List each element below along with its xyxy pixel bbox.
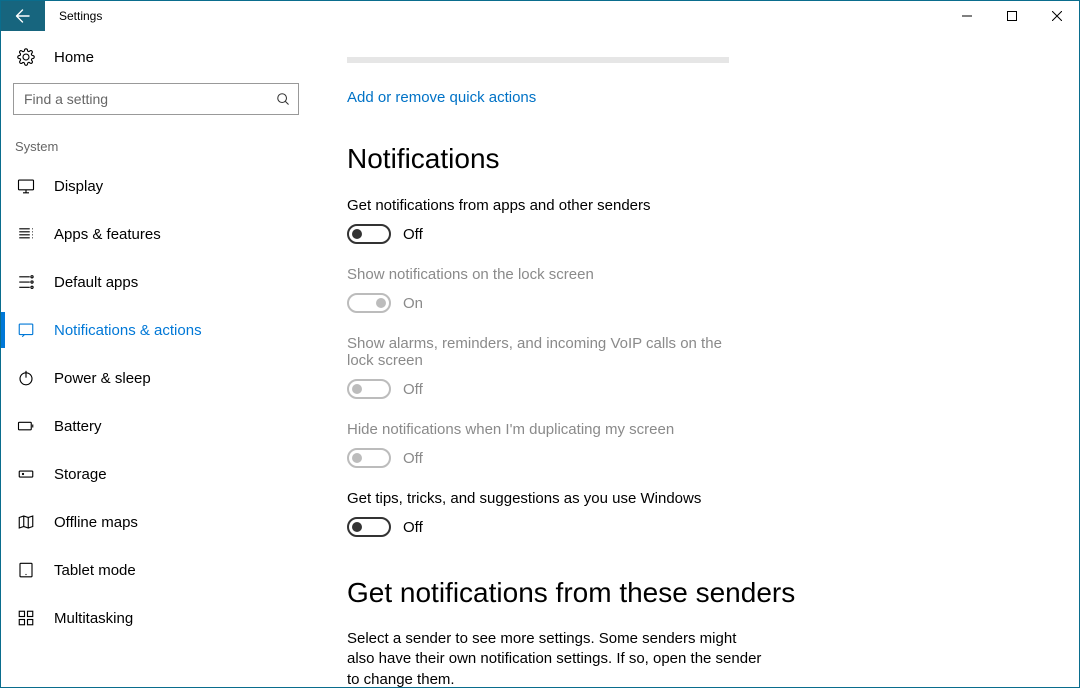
setting-label: Hide notifications when I'm duplicating … — [347, 421, 747, 438]
quick-actions-bar — [347, 57, 729, 63]
toggle-hide-duplicating — [347, 448, 391, 468]
storage-icon — [16, 465, 36, 483]
window-title: Settings — [45, 1, 944, 31]
setting-lock-screen: Show notifications on the lock screen On — [347, 266, 747, 313]
maximize-button[interactable] — [989, 1, 1034, 31]
setting-alarms-voip: Show alarms, reminders, and incoming VoI… — [347, 335, 747, 399]
sidebar: Home System Display Apps & fea — [1, 31, 311, 687]
sidebar-item-multitasking[interactable]: Multitasking — [1, 594, 311, 642]
close-icon — [1052, 11, 1062, 21]
minimize-icon — [962, 11, 972, 21]
sidebar-item-label: Storage — [54, 466, 107, 483]
search-icon — [276, 92, 290, 106]
notifications-heading: Notifications — [347, 143, 1039, 175]
sidebar-item-label: Power & sleep — [54, 370, 151, 387]
sidebar-item-tablet-mode[interactable]: Tablet mode — [1, 546, 311, 594]
power-icon — [16, 369, 36, 387]
content-area: Add or remove quick actions Notification… — [311, 31, 1079, 687]
titlebar: Settings — [1, 1, 1079, 31]
sidebar-item-power-sleep[interactable]: Power & sleep — [1, 354, 311, 402]
sidebar-item-label: Notifications & actions — [54, 322, 202, 339]
window-controls — [944, 1, 1079, 31]
senders-paragraph: Select a sender to see more settings. So… — [347, 629, 767, 687]
sidebar-item-label: Apps & features — [54, 226, 161, 243]
toggle-state: Off — [403, 519, 423, 536]
toggle-alarms-voip — [347, 379, 391, 399]
toggle-get-notifications[interactable] — [347, 224, 391, 244]
setting-label: Get tips, tricks, and suggestions as you… — [347, 490, 747, 507]
setting-label: Show alarms, reminders, and incoming VoI… — [347, 335, 747, 369]
setting-label: Get notifications from apps and other se… — [347, 197, 747, 214]
toggle-state: Off — [403, 450, 423, 467]
arrow-left-icon — [15, 8, 31, 24]
setting-label: Show notifications on the lock screen — [347, 266, 747, 283]
home-button[interactable]: Home — [1, 31, 311, 83]
sidebar-item-label: Offline maps — [54, 514, 138, 531]
sidebar-item-apps-features[interactable]: Apps & features — [1, 210, 311, 258]
toggle-state: Off — [403, 381, 423, 398]
sidebar-item-default-apps[interactable]: Default apps — [1, 258, 311, 306]
battery-icon — [16, 417, 36, 435]
nav-list: Display Apps & features Default apps Not… — [1, 162, 311, 642]
minimize-button[interactable] — [944, 1, 989, 31]
sidebar-item-battery[interactable]: Battery — [1, 402, 311, 450]
quick-actions-link[interactable]: Add or remove quick actions — [347, 89, 536, 106]
setting-hide-duplicating: Hide notifications when I'm duplicating … — [347, 421, 747, 468]
notifications-icon — [16, 321, 36, 339]
defaults-icon — [16, 273, 36, 291]
setting-tips: Get tips, tricks, and suggestions as you… — [347, 490, 747, 537]
settings-window: Settings Home — [0, 0, 1080, 688]
sidebar-item-display[interactable]: Display — [1, 162, 311, 210]
section-label: System — [1, 129, 311, 162]
multitask-icon — [16, 609, 36, 627]
toggle-state: Off — [403, 226, 423, 243]
toggle-state: On — [403, 295, 423, 312]
home-label: Home — [54, 49, 94, 66]
setting-get-notifications: Get notifications from apps and other se… — [347, 197, 747, 244]
sidebar-item-label: Tablet mode — [54, 562, 136, 579]
back-button[interactable] — [1, 1, 45, 31]
sidebar-item-offline-maps[interactable]: Offline maps — [1, 498, 311, 546]
maximize-icon — [1007, 11, 1017, 21]
toggle-tips[interactable] — [347, 517, 391, 537]
display-icon — [16, 177, 36, 195]
senders-heading: Get notifications from these senders — [347, 577, 1039, 609]
sidebar-item-storage[interactable]: Storage — [1, 450, 311, 498]
sidebar-item-label: Default apps — [54, 274, 138, 291]
tablet-icon — [16, 561, 36, 579]
sidebar-item-label: Multitasking — [54, 610, 133, 627]
sidebar-item-label: Battery — [54, 418, 102, 435]
gear-icon — [16, 48, 36, 66]
close-button[interactable] — [1034, 1, 1079, 31]
search-input[interactable] — [24, 91, 276, 107]
maps-icon — [16, 513, 36, 531]
toggle-lock-screen — [347, 293, 391, 313]
sidebar-item-label: Display — [54, 178, 103, 195]
sidebar-item-notifications[interactable]: Notifications & actions — [1, 306, 311, 354]
apps-icon — [16, 225, 36, 243]
search-box[interactable] — [13, 83, 299, 115]
